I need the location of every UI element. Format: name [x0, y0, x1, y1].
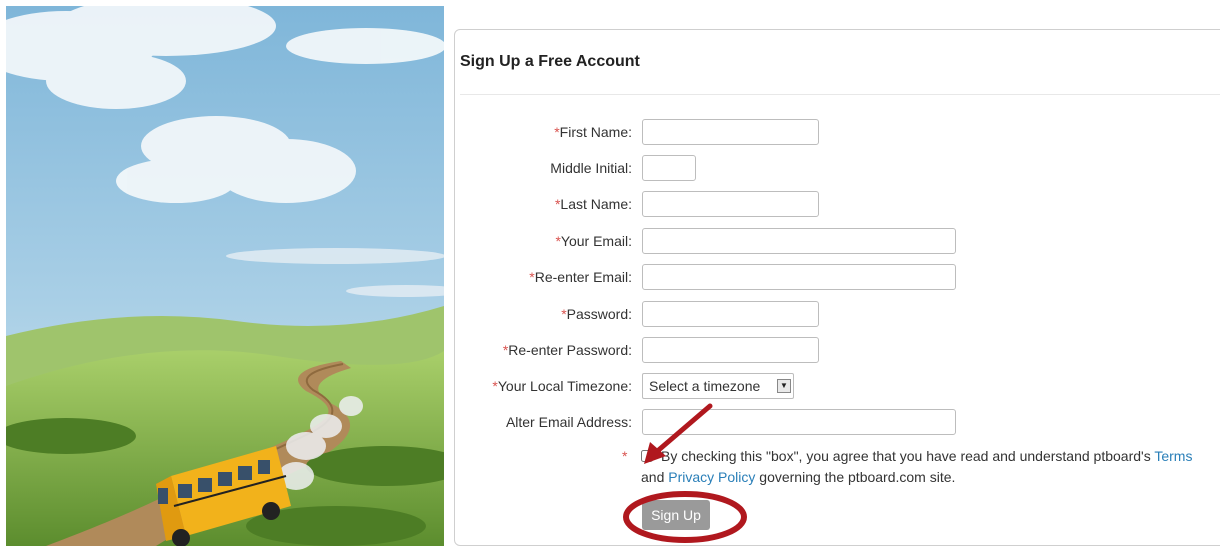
terms-link[interactable]: Terms — [1154, 448, 1192, 464]
reenter-password-input[interactable] — [642, 337, 819, 363]
first-name-label: *First Name: — [442, 117, 632, 147]
reenter-password-label-wrap: *Re-enter Password: — [455, 335, 632, 365]
reenter-password-label: *Re-enter Password: — [442, 335, 632, 365]
agreement-text: By checking this "box", you agree that y… — [641, 446, 1201, 488]
school-bus-illustration — [6, 6, 444, 546]
email-label-wrap: *Your Email: — [455, 226, 632, 256]
required-star: * — [622, 448, 628, 464]
dropdown-arrow-icon[interactable]: ▼ — [777, 379, 791, 393]
timezone-label-wrap: *Your Local Timezone: — [455, 371, 632, 401]
page-title: Sign Up a Free Account — [460, 53, 640, 70]
last-name-input[interactable] — [642, 191, 819, 217]
timezone-select[interactable]: Select a timezone ▼ — [642, 373, 794, 399]
timezone-label: *Your Local Timezone: — [442, 371, 632, 401]
middle-initial-label-wrap: Middle Initial: — [455, 153, 632, 183]
last-name-label-wrap: *Last Name: — [455, 189, 632, 219]
password-label-text: Password: — [566, 306, 632, 322]
password-label-wrap: *Password: — [455, 299, 632, 329]
signup-panel: Sign Up a Free Account *First Name: Midd… — [454, 29, 1220, 546]
email-input[interactable] — [642, 228, 956, 254]
email-label: *Your Email: — [442, 226, 632, 256]
title-divider — [460, 94, 1220, 95]
privacy-policy-link[interactable]: Privacy Policy — [668, 469, 755, 485]
last-name-label-text: Last Name: — [560, 196, 632, 212]
password-label: *Password: — [442, 299, 632, 329]
red-arrow-icon — [644, 403, 713, 464]
reenter-email-input[interactable] — [642, 264, 956, 290]
first-name-label-wrap: *First Name: — [455, 117, 632, 147]
agreement-text-before: By checking this "box", you agree that y… — [661, 448, 1151, 464]
timezone-selected-value: Select a timezone — [649, 378, 761, 394]
middle-initial-label: Middle Initial: — [550, 160, 632, 176]
reenter-email-label-wrap: *Re-enter Email: — [455, 262, 632, 292]
agreement-text-after: governing the ptboard.com site. — [759, 469, 956, 485]
alter-email-label-wrap: Alter Email Address: — [455, 407, 632, 437]
first-name-input[interactable] — [642, 119, 819, 145]
alter-email-label: Alter Email Address: — [505, 414, 632, 430]
password-input[interactable] — [642, 301, 819, 327]
timezone-label-text: Your Local Timezone: — [497, 378, 632, 394]
reenter-email-label-text: Re-enter Email: — [534, 269, 632, 285]
agreement-and: and — [641, 469, 665, 485]
email-label-text: Your Email: — [560, 233, 632, 249]
last-name-label: *Last Name: — [442, 189, 632, 219]
first-name-label-text: First Name: — [559, 124, 632, 140]
red-ellipse-highlight — [623, 491, 747, 543]
reenter-password-label-text: Re-enter Password: — [508, 342, 632, 358]
middle-initial-input[interactable] — [642, 155, 696, 181]
reenter-email-label: *Re-enter Email: — [442, 262, 632, 292]
